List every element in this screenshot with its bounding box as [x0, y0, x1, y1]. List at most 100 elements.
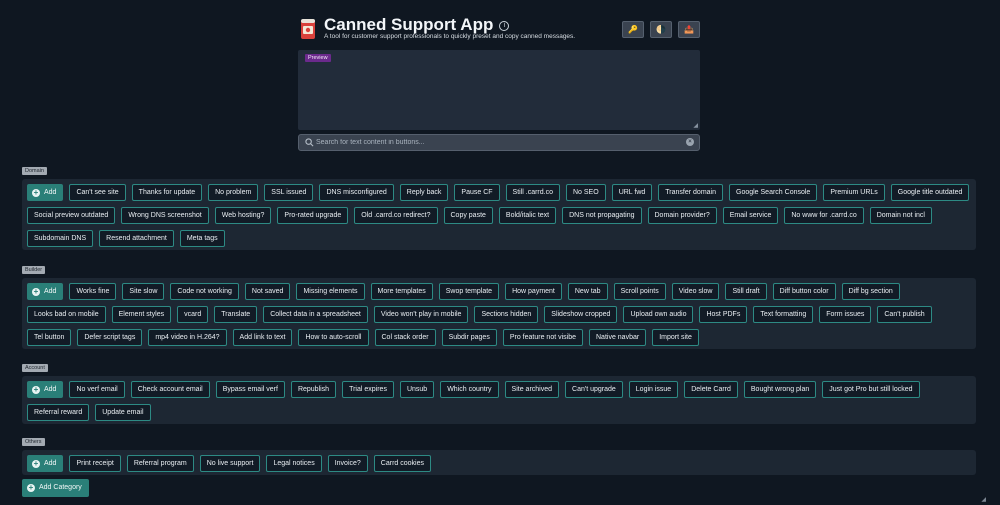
canned-message-button[interactable]: Subdomain DNS — [27, 230, 94, 247]
canned-message-button[interactable]: mp4 video in H.264? — [148, 329, 227, 346]
canned-message-button[interactable]: Video won't play in mobile — [373, 306, 469, 323]
add-button[interactable]: + Add — [27, 455, 64, 472]
canned-message-button[interactable]: Which country — [440, 381, 499, 398]
canned-message-button[interactable]: Bypass email verf — [215, 381, 285, 398]
canned-message-button[interactable]: SSL issued — [264, 184, 314, 201]
canned-message-button[interactable]: Premium URLs — [823, 184, 885, 201]
preview-textarea[interactable]: Preview ◢ — [298, 50, 700, 130]
canned-message-button[interactable]: Works fine — [69, 283, 117, 300]
resize-handle-icon[interactable]: ◢ — [693, 122, 698, 129]
add-button[interactable]: + Add — [27, 283, 64, 300]
clear-search-icon[interactable]: × — [686, 138, 694, 146]
canned-message-button[interactable]: Collect data in a spreadsheet — [263, 306, 368, 323]
canned-message-button[interactable]: Carrd cookies — [373, 455, 431, 472]
canned-message-button[interactable]: Subdir pages — [441, 329, 497, 346]
canned-message-button[interactable]: New tab — [567, 283, 608, 300]
canned-message-button[interactable]: Site archived — [504, 381, 560, 398]
canned-message-button[interactable]: Missing elements — [296, 283, 365, 300]
canned-message-button[interactable]: Reply back — [399, 184, 449, 201]
canned-message-button[interactable]: Diff bg section — [841, 283, 900, 300]
canned-message-button[interactable]: Bought wrong plan — [743, 381, 817, 398]
canned-message-button[interactable]: Form issues — [819, 306, 872, 323]
canned-message-button[interactable]: Old .carrd.co redirect? — [354, 207, 438, 224]
canned-message-button[interactable]: vcard — [177, 306, 209, 323]
canned-message-button[interactable]: Bold/italic text — [498, 207, 557, 224]
category-label[interactable]: Domain — [22, 167, 47, 175]
canned-message-button[interactable]: Trial expires — [342, 381, 394, 398]
canned-message-button[interactable]: Text formatting — [753, 306, 814, 323]
canned-message-button[interactable]: Meta tags — [179, 230, 225, 247]
canned-message-button[interactable]: Referral reward — [27, 404, 90, 421]
canned-message-button[interactable]: Upload own audio — [623, 306, 694, 323]
canned-message-button[interactable]: Translate — [214, 306, 258, 323]
canned-message-button[interactable]: Pro-rated upgrade — [277, 207, 349, 224]
canned-message-button[interactable]: Transfer domain — [658, 184, 723, 201]
canned-message-button[interactable]: Host PDFs — [699, 306, 748, 323]
canned-message-button[interactable]: Tel button — [27, 329, 72, 346]
canned-message-button[interactable]: No problem — [208, 184, 259, 201]
category-label[interactable]: Builder — [22, 266, 46, 274]
add-category-button[interactable]: + Add Category — [22, 479, 89, 497]
canned-message-button[interactable]: Pause CF — [454, 184, 500, 201]
canned-message-button[interactable]: Swop template — [438, 283, 500, 300]
key-button[interactable]: 🔑 — [622, 21, 644, 38]
canned-message-button[interactable]: Login issue — [628, 381, 679, 398]
canned-message-button[interactable]: Can't publish — [877, 306, 932, 323]
canned-message-button[interactable]: Scroll points — [613, 283, 666, 300]
canned-message-button[interactable]: Domain not incl — [869, 207, 932, 224]
canned-message-button[interactable]: Google Search Console — [729, 184, 818, 201]
canned-message-button[interactable]: Email service — [722, 207, 779, 224]
canned-message-button[interactable]: Site slow — [122, 283, 165, 300]
canned-message-button[interactable]: Native navbar — [589, 329, 647, 346]
canned-message-button[interactable]: Just got Pro but still locked — [822, 381, 920, 398]
add-button[interactable]: + Add — [27, 381, 64, 398]
add-button[interactable]: + Add — [27, 184, 64, 201]
canned-message-button[interactable]: Video slow — [671, 283, 720, 300]
canned-message-button[interactable]: No verf email — [69, 381, 125, 398]
canned-message-button[interactable]: Check account email — [130, 381, 210, 398]
canned-message-button[interactable]: No SEO — [566, 184, 606, 201]
canned-message-button[interactable]: Referral program — [126, 455, 194, 472]
canned-message-button[interactable]: Invoice? — [327, 455, 368, 472]
canned-message-button[interactable]: Add link to text — [232, 329, 293, 346]
canned-message-button[interactable]: Domain provider? — [647, 207, 717, 224]
canned-message-button[interactable]: Social preview outdated — [27, 207, 116, 224]
canned-message-button[interactable]: URL fwd — [611, 184, 653, 201]
canned-message-button[interactable]: How to auto-scroll — [298, 329, 369, 346]
canned-message-button[interactable]: Sections hidden — [474, 306, 539, 323]
search-input[interactable] — [316, 135, 676, 150]
canned-message-button[interactable]: Col stack order — [374, 329, 436, 346]
canned-message-button[interactable]: Wrong DNS screenshot — [121, 207, 209, 224]
theme-toggle-button[interactable]: 🌗 — [650, 21, 672, 38]
canned-message-button[interactable]: Element styles — [111, 306, 172, 323]
canned-message-button[interactable]: Still .carrd.co — [505, 184, 560, 201]
canned-message-button[interactable]: Defer script tags — [77, 329, 143, 346]
canned-message-button[interactable]: Still draft — [725, 283, 767, 300]
canned-message-button[interactable]: No live support — [199, 455, 261, 472]
canned-message-button[interactable]: How payment — [505, 283, 562, 300]
canned-message-button[interactable]: DNS misconfigured — [319, 184, 394, 201]
canned-message-button[interactable]: Republish — [290, 381, 337, 398]
canned-message-button[interactable]: Thanks for update — [131, 184, 203, 201]
canned-message-button[interactable]: Can't upgrade — [565, 381, 623, 398]
canned-message-button[interactable]: Slideshow cropped — [544, 306, 618, 323]
category-label[interactable]: Account — [22, 364, 48, 372]
canned-message-button[interactable]: No www for .carrd.co — [784, 207, 864, 224]
canned-message-button[interactable]: Update email — [95, 404, 151, 421]
canned-message-button[interactable]: Legal notices — [266, 455, 322, 472]
canned-message-button[interactable]: Web hosting? — [214, 207, 272, 224]
canned-message-button[interactable]: More templates — [370, 283, 433, 300]
canned-message-button[interactable]: Can't see site — [69, 184, 126, 201]
canned-message-button[interactable]: Looks bad on mobile — [27, 306, 106, 323]
info-icon[interactable]: i — [499, 21, 510, 31]
canned-message-button[interactable]: Code not working — [170, 283, 239, 300]
canned-message-button[interactable]: Diff button color — [772, 283, 836, 300]
category-label[interactable]: Others — [22, 438, 45, 446]
canned-message-button[interactable]: Google title outdated — [890, 184, 970, 201]
canned-message-button[interactable]: Delete Carrd — [684, 381, 738, 398]
import-button[interactable]: 📤 — [678, 21, 700, 38]
canned-message-button[interactable]: Pro feature not visibe — [502, 329, 583, 346]
canned-message-button[interactable]: Unsub — [399, 381, 435, 398]
canned-message-button[interactable]: Copy paste — [443, 207, 493, 224]
canned-message-button[interactable]: Import site — [652, 329, 699, 346]
